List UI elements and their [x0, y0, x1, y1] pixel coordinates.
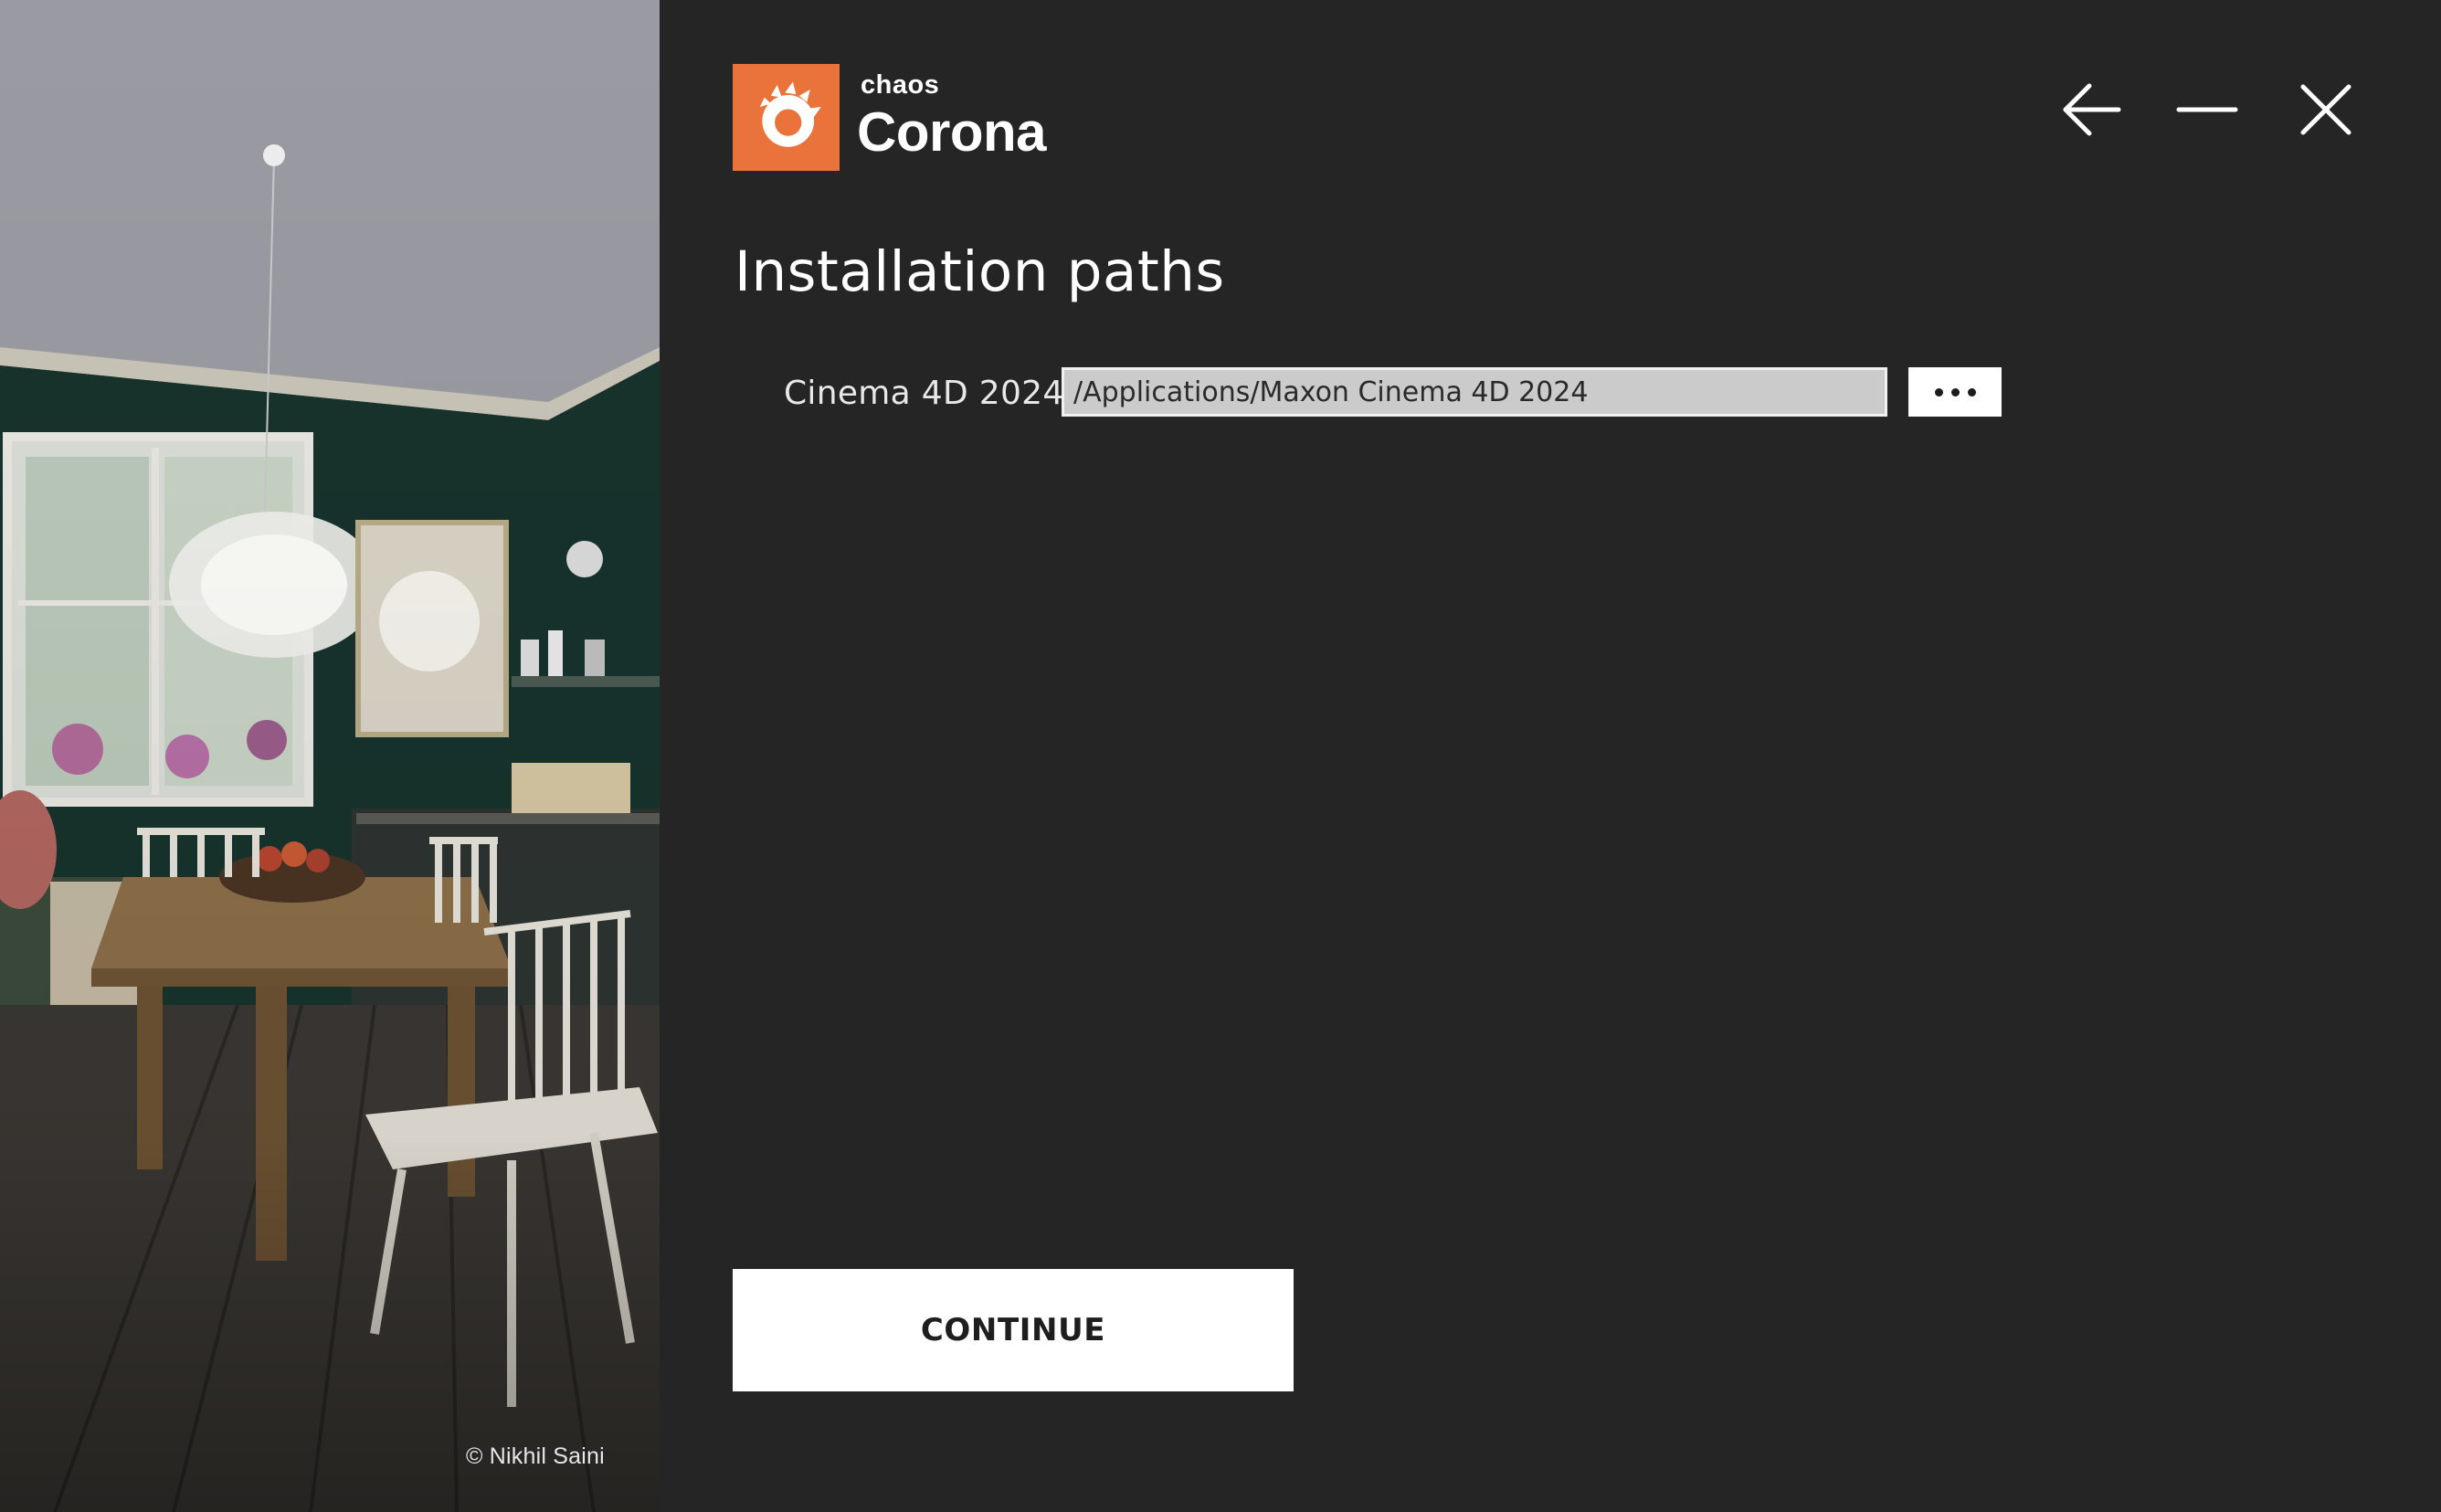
minimize-icon: [2176, 107, 2238, 112]
install-path-input[interactable]: [1062, 367, 1887, 417]
minimize-button[interactable]: [2172, 75, 2242, 144]
ellipsis-icon: [1934, 387, 1976, 397]
close-icon: [2300, 84, 2351, 135]
page-title: Installation paths: [734, 239, 1225, 304]
installer-window: © Nikhil Saini chaos Corona Installation…: [0, 0, 2441, 1512]
hero-photo: © Nikhil Saini: [0, 0, 660, 1512]
photo-credit: © Nikhil Saini: [466, 1443, 605, 1469]
continue-button[interactable]: CONTINUE: [733, 1269, 1294, 1391]
close-button[interactable]: [2291, 75, 2361, 144]
corona-sun-icon: [733, 64, 840, 171]
browse-button[interactable]: [1908, 367, 2002, 417]
path-label: Cinema 4D 2024: [784, 375, 1064, 412]
brand-product: Corona: [857, 101, 1047, 163]
brand-company: chaos: [861, 70, 940, 100]
arrow-left-icon: [2063, 83, 2121, 136]
back-button[interactable]: [2055, 75, 2125, 144]
